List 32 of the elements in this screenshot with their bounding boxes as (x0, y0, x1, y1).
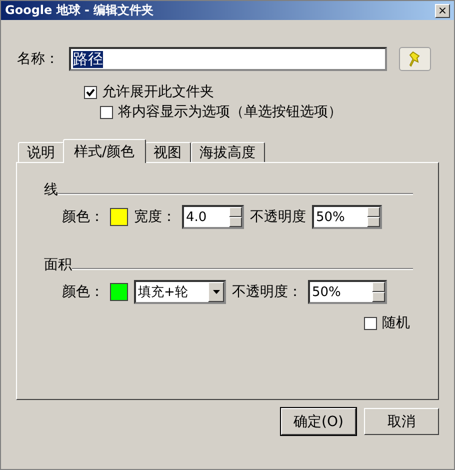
dropdown-arrow-icon (212, 290, 220, 294)
cancel-button[interactable]: 取消 (364, 408, 439, 435)
section-heading: 面积 (44, 256, 72, 274)
ok-button[interactable]: 确定(O) (281, 408, 356, 435)
opacity-label: 不透明度： (232, 283, 302, 301)
tab[interactable]: 海拔高度 (190, 142, 265, 162)
color-swatch[interactable] (110, 208, 128, 226)
checkbox-label: 允许展开此文件夹 (102, 83, 214, 101)
checkbox[interactable] (84, 86, 97, 98)
window-title: Google 地球 - 编辑文件夹 (5, 2, 154, 19)
opacity-label: 不透明度 (250, 208, 306, 226)
width-label: 宽度： (134, 208, 176, 226)
opacity-spinbox[interactable]: 50% (308, 280, 387, 304)
checkbox-label: 将内容显示为选项（单选按钮选项） (118, 103, 342, 121)
name-field[interactable]: 路径 (69, 47, 387, 71)
opacity-spinbox[interactable]: 50% (312, 205, 382, 229)
color-label: 颜色： (62, 283, 104, 301)
color-swatch[interactable] (110, 283, 128, 301)
width-spinbox[interactable]: 4.0 (182, 205, 244, 229)
fill-mode-dropdown[interactable]: 填充+轮 (134, 280, 226, 304)
name-label: 名称： (17, 50, 59, 68)
checkbox[interactable] (100, 106, 113, 118)
checkbox-label: 随机 (382, 314, 410, 332)
close-button[interactable]: × (435, 4, 450, 18)
color-label: 颜色： (62, 208, 104, 226)
pin-button[interactable] (399, 47, 431, 71)
section-heading: 线 (44, 181, 58, 199)
tab[interactable]: 视图 (144, 142, 191, 162)
name-value: 路径 (73, 50, 103, 68)
tab[interactable]: 说明 (18, 142, 64, 162)
checkbox[interactable] (364, 316, 377, 330)
tab[interactable]: 样式/颜色 (63, 139, 146, 163)
